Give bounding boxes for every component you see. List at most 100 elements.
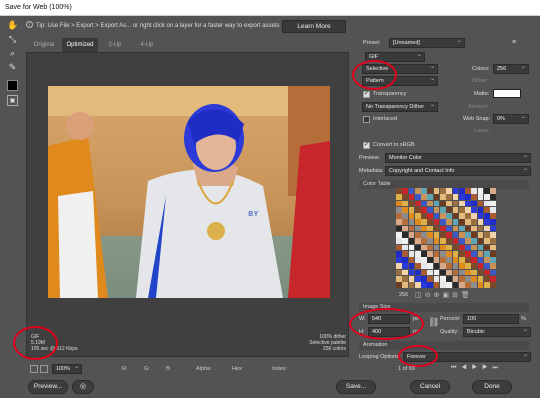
color-swatch[interactable]: [433, 244, 440, 251]
color-swatch[interactable]: [421, 282, 427, 288]
color-swatch[interactable]: [427, 275, 434, 282]
matte-swatch[interactable]: [493, 89, 521, 98]
slice-select-icon[interactable]: ⤡: [7, 34, 18, 45]
color-swatch[interactable]: [477, 213, 484, 219]
color-swatch[interactable]: [477, 269, 484, 276]
color-swatch[interactable]: [490, 219, 496, 226]
color-swatch[interactable]: [427, 263, 434, 270]
color-swatch[interactable]: [421, 257, 427, 263]
color-swatch[interactable]: [452, 282, 459, 288]
color-swatch[interactable]: [471, 282, 478, 288]
zoom-out-icon[interactable]: [30, 365, 38, 373]
color-swatch[interactable]: [414, 250, 421, 257]
color-swatch[interactable]: [396, 275, 402, 282]
color-swatch[interactable]: [402, 238, 409, 245]
color-swatch[interactable]: [483, 244, 490, 251]
color-swatch[interactable]: [452, 225, 459, 232]
color-swatch[interactable]: [414, 188, 421, 194]
color-swatch[interactable]: [396, 225, 402, 232]
color-swatch[interactable]: [433, 231, 440, 238]
color-swatch[interactable]: [414, 206, 421, 213]
color-swatch[interactable]: [414, 282, 421, 288]
color-swatch[interactable]: [433, 225, 440, 232]
color-swatch[interactable]: [408, 250, 415, 257]
color-swatch[interactable]: [490, 250, 496, 257]
color-swatch[interactable]: [439, 188, 446, 194]
color-swatch[interactable]: [446, 206, 453, 213]
color-swatch[interactable]: [465, 231, 471, 238]
color-swatch[interactable]: [452, 257, 459, 263]
color-swatch[interactable]: [402, 206, 409, 213]
color-swatch[interactable]: [396, 244, 402, 251]
color-swatch[interactable]: [452, 231, 459, 238]
color-swatch[interactable]: [402, 257, 409, 263]
color-swatch[interactable]: [402, 213, 409, 219]
color-swatch[interactable]: [452, 269, 459, 276]
color-swatch[interactable]: [477, 188, 484, 194]
color-swatch[interactable]: [483, 250, 490, 257]
color-swatch[interactable]: [414, 213, 421, 219]
color-swatch[interactable]: [452, 200, 459, 207]
color-swatch[interactable]: [402, 194, 409, 201]
color-swatch[interactable]: [396, 213, 402, 219]
color-swatch[interactable]: [427, 282, 434, 288]
color-swatch[interactable]: [465, 194, 471, 201]
color-swatch[interactable]: [433, 206, 440, 213]
color-swatch[interactable]: [402, 188, 409, 194]
color-swatch[interactable]: [471, 213, 478, 219]
color-swatch[interactable]: [427, 225, 434, 232]
color-swatch[interactable]: [458, 200, 465, 207]
color-swatch[interactable]: [477, 200, 484, 207]
color-swatch[interactable]: [471, 250, 478, 257]
color-swatch[interactable]: [408, 219, 415, 226]
cancel-button[interactable]: Cancel: [410, 380, 450, 394]
color-swatch[interactable]: [483, 188, 490, 194]
color-swatch[interactable]: [414, 194, 421, 201]
zoom-tool-icon[interactable]: ⌕: [7, 48, 18, 59]
eyedropper-icon[interactable]: ✎: [7, 62, 18, 73]
color-swatch[interactable]: [439, 257, 446, 263]
color-swatch[interactable]: [458, 250, 465, 257]
color-swatch[interactable]: [402, 263, 409, 270]
color-swatch[interactable]: [465, 263, 471, 270]
color-swatch[interactable]: [483, 206, 490, 213]
color-swatch[interactable]: [490, 231, 496, 238]
hand-tool-icon[interactable]: ✋: [7, 20, 18, 31]
color-swatch[interactable]: [483, 200, 490, 207]
color-swatch[interactable]: [433, 213, 440, 219]
color-swatch[interactable]: [446, 238, 453, 245]
color-swatch[interactable]: [465, 250, 471, 257]
color-swatch[interactable]: [408, 269, 415, 276]
color-swatch[interactable]: [414, 238, 421, 245]
color-swatch[interactable]: [477, 282, 484, 288]
color-swatch[interactable]: [439, 213, 446, 219]
percent-input[interactable]: 100: [463, 314, 519, 324]
color-swatch[interactable]: [439, 200, 446, 207]
color-swatch[interactable]: [458, 231, 465, 238]
color-swatch[interactable]: [396, 194, 402, 201]
color-swatch[interactable]: [483, 213, 490, 219]
color-swatch[interactable]: [421, 213, 427, 219]
color-swatch[interactable]: [421, 206, 427, 213]
color-swatch[interactable]: [490, 200, 496, 207]
color-swatch[interactable]: [452, 213, 459, 219]
color-swatch[interactable]: [471, 206, 478, 213]
convert-srgb-checkbox[interactable]: [363, 141, 370, 149]
color-swatch[interactable]: [483, 263, 490, 270]
color-swatch[interactable]: [458, 238, 465, 245]
color-swatch[interactable]: [421, 238, 427, 245]
color-swatch[interactable]: [446, 219, 453, 226]
color-swatch[interactable]: [408, 206, 415, 213]
color-swatch[interactable]: [465, 206, 471, 213]
color-swatch[interactable]: [452, 188, 459, 194]
toggle-slices-icon[interactable]: ▣: [7, 95, 18, 106]
color-swatch[interactable]: [439, 282, 446, 288]
color-swatch[interactable]: [490, 188, 496, 194]
color-swatch[interactable]: [490, 257, 496, 263]
color-swatch[interactable]: [396, 188, 402, 194]
color-swatch[interactable]: [427, 250, 434, 257]
zoom-in-icon[interactable]: [40, 365, 48, 373]
color-swatch[interactable]: [421, 194, 427, 201]
color-swatch[interactable]: [402, 219, 409, 226]
color-swatch[interactable]: [471, 188, 478, 194]
